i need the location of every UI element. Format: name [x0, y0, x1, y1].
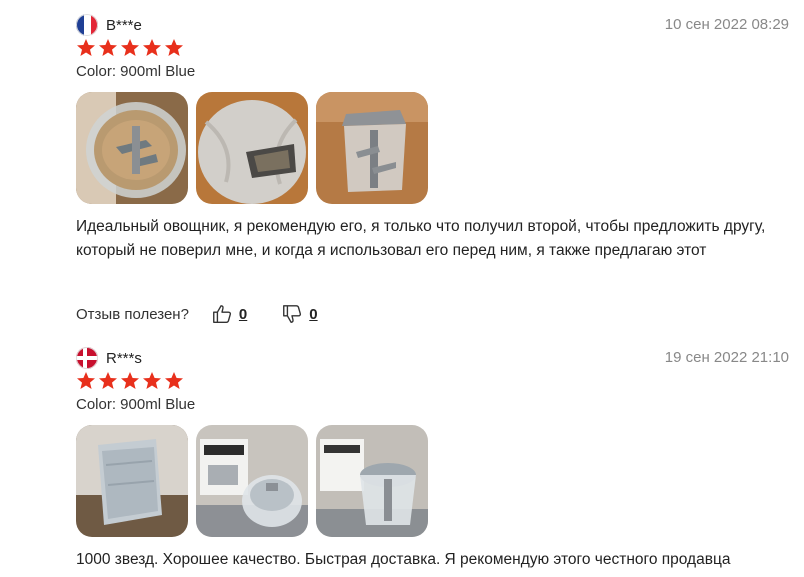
- denmark-flag-icon: [76, 347, 98, 369]
- product-variant: Color: 900ml Blue: [76, 396, 196, 413]
- star-icon: [77, 372, 95, 389]
- star-icon: [143, 39, 161, 56]
- star-icon: [121, 372, 139, 389]
- thumbs-up-icon: [212, 305, 231, 323]
- star-rating: [76, 371, 184, 391]
- star-icon: [99, 39, 117, 56]
- chopper-lid-photo[interactable]: [196, 92, 308, 204]
- package-photo[interactable]: [76, 425, 188, 537]
- review-photos: [76, 425, 428, 537]
- chopper-jar-photo[interactable]: [316, 92, 428, 204]
- review-date: 19 сен 2022 21:10: [664, 349, 789, 366]
- thumbs-down-icon: [283, 305, 302, 323]
- helpful-label: Отзыв полезен?: [76, 305, 189, 323]
- review-header: B***e: [76, 14, 142, 36]
- chopper-blade-photo[interactable]: [76, 92, 188, 204]
- review-date: 10 сен 2022 08:29: [664, 16, 789, 33]
- product-variant: Color: 900ml Blue: [76, 63, 196, 80]
- reviewer-name: B***e: [106, 16, 142, 34]
- chopper-box-photo[interactable]: [196, 425, 308, 537]
- star-icon: [99, 372, 117, 389]
- star-icon: [165, 372, 183, 389]
- helpful-section: Отзыв полезен? 0 0: [76, 303, 318, 325]
- reviewer-name: R***s: [106, 349, 142, 367]
- review-photos: [76, 92, 428, 204]
- star-rating: [76, 38, 184, 58]
- star-icon: [165, 39, 183, 56]
- dislike-button[interactable]: 0: [281, 303, 318, 325]
- review-text: 1000 звезд. Хорошее качество. Быстрая до…: [76, 551, 731, 568]
- star-icon: [77, 39, 95, 56]
- star-icon: [121, 39, 139, 56]
- review-text: Идеальный овощник, я рекомендую его, я т…: [76, 218, 766, 259]
- like-button[interactable]: 0: [211, 303, 247, 325]
- star-icon: [143, 372, 161, 389]
- dislike-count: 0: [309, 305, 318, 323]
- like-count: 0: [238, 305, 248, 323]
- review-header: R***s: [76, 347, 142, 369]
- chopper-assembled-photo[interactable]: [316, 425, 428, 537]
- france-flag-icon: [76, 14, 98, 36]
